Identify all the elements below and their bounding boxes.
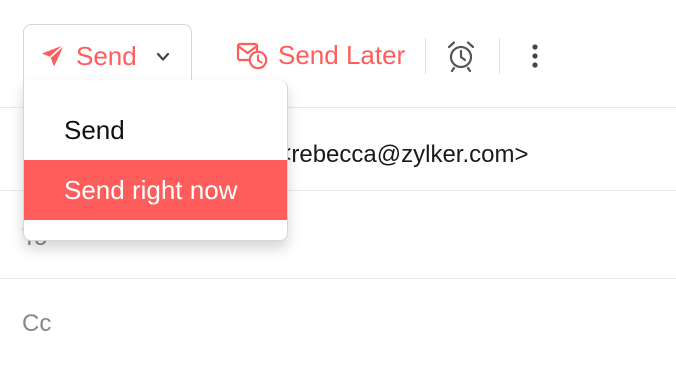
row-separator xyxy=(0,278,676,279)
send-later-label: Send Later xyxy=(278,40,406,70)
compose-window: Send Send Later rson <rebecca@zylker.com… xyxy=(0,0,676,366)
more-vertical-icon[interactable] xyxy=(528,42,542,72)
toolbar-divider xyxy=(499,38,500,74)
send-split-button: Send xyxy=(23,24,192,86)
send-button[interactable]: Send xyxy=(40,39,137,73)
paper-plane-icon xyxy=(42,44,65,67)
toolbar-divider xyxy=(425,38,426,74)
schedule-send-icon xyxy=(236,42,268,70)
send-button-label: Send xyxy=(76,41,137,71)
chevron-down-icon[interactable] xyxy=(156,51,170,63)
send-options-menu: Send Send right now xyxy=(23,80,288,241)
cc-field-label: Cc xyxy=(22,310,52,337)
menu-item-send-right-now[interactable]: Send right now xyxy=(24,160,287,220)
alarm-clock-icon[interactable] xyxy=(446,40,476,72)
send-later-button[interactable]: Send Later xyxy=(236,38,405,72)
menu-item-send[interactable]: Send xyxy=(24,100,287,160)
